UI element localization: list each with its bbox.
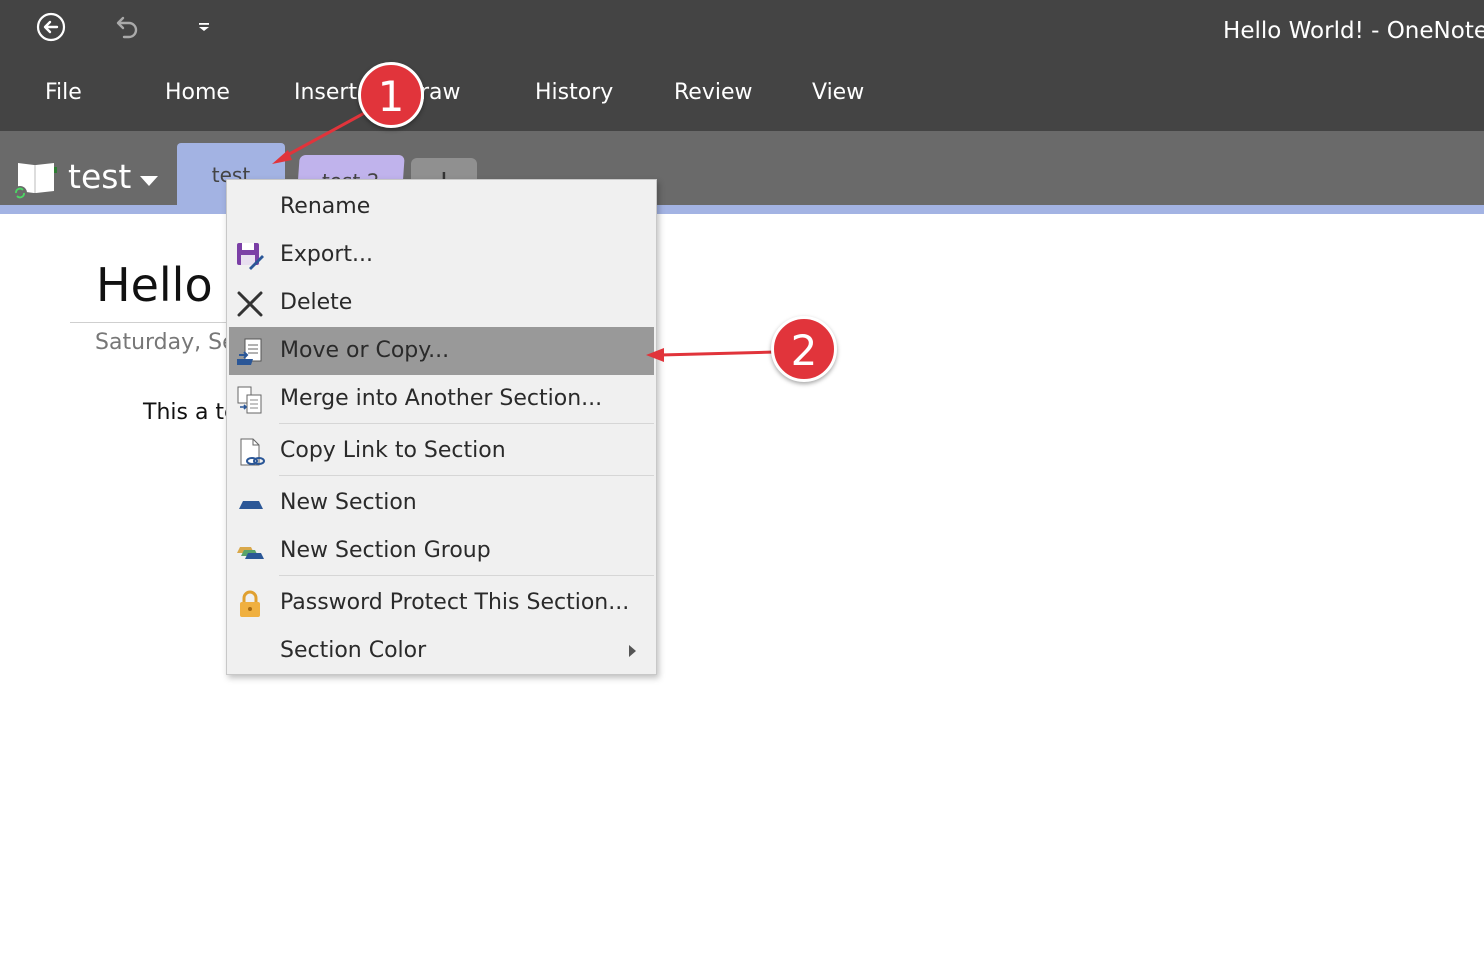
- annotation-arrows: [272, 108, 776, 362]
- annotation-arrowhead-2: [646, 348, 664, 362]
- annotation-arrow-2: [659, 350, 776, 357]
- annotation-callout-2: 2: [771, 316, 837, 382]
- annotation-arrow-1: [281, 108, 371, 160]
- annotation-callout-1: 1: [358, 62, 424, 128]
- annotation-arrowhead-1: [272, 150, 292, 164]
